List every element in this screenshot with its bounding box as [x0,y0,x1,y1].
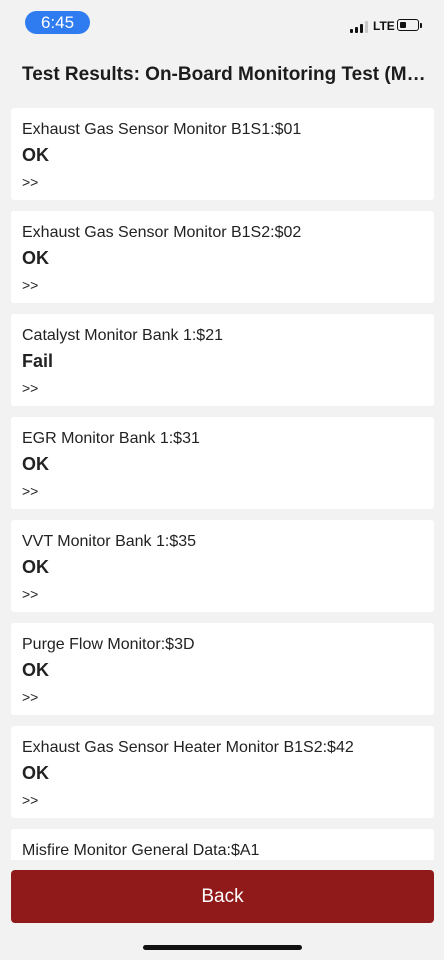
battery-level [399,21,406,28]
monitor-name: Catalyst Monitor Bank 1:$21 [22,327,223,344]
monitor-status: OK [22,248,49,268]
monitor-status: OK [22,763,49,783]
monitor-status: OK [22,557,49,577]
result-card[interactable]: Misfire Monitor General Data:$A1 [11,829,434,860]
monitor-name: VVT Monitor Bank 1:$35 [22,533,197,550]
details-link[interactable]: >> [22,483,38,499]
monitor-name: Exhaust Gas Sensor Monitor B1S2:$02 [22,224,302,241]
monitor-name: Misfire Monitor General Data:$A1 [22,842,260,859]
monitor-name: Exhaust Gas Sensor Heater Monitor B1S2:$… [22,739,354,756]
details-link[interactable]: >> [22,689,38,705]
status-time: 6:45 [25,11,90,34]
page-title: Test Results: On-Board Monitoring Test (… [22,64,427,85]
monitor-name: EGR Monitor Bank 1:$31 [22,430,200,447]
result-card[interactable]: Catalyst Monitor Bank 1:$21 Fail >> [11,314,434,406]
monitor-status: Fail [22,351,54,371]
monitor-status: OK [22,454,49,474]
result-card[interactable]: EGR Monitor Bank 1:$31 OK >> [11,417,434,509]
details-link[interactable]: >> [22,586,38,602]
result-card[interactable]: Purge Flow Monitor:$3D OK >> [11,623,434,715]
status-bar: 6:45 LTE [0,0,444,44]
back-button[interactable]: Back [11,870,434,923]
result-card[interactable]: VVT Monitor Bank 1:$35 OK >> [11,520,434,612]
monitor-status: OK [22,660,49,680]
details-link[interactable]: >> [22,277,38,293]
details-link[interactable]: >> [22,792,38,808]
result-card[interactable]: Exhaust Gas Sensor Monitor B1S1:$01 OK >… [11,108,434,200]
result-card[interactable]: Exhaust Gas Sensor Heater Monitor B1S2:$… [11,726,434,818]
details-link[interactable]: >> [22,380,38,396]
result-card[interactable]: Exhaust Gas Sensor Monitor B1S2:$02 OK >… [11,211,434,303]
battery-icon [397,19,419,31]
results-list[interactable]: Exhaust Gas Sensor Monitor B1S1:$01 OK >… [0,108,444,860]
monitor-name: Purge Flow Monitor:$3D [22,636,195,653]
monitor-name: Exhaust Gas Sensor Monitor B1S1:$01 [22,121,302,138]
details-link[interactable]: >> [22,174,38,190]
home-indicator[interactable] [143,945,302,950]
network-type: LTE [373,19,395,33]
battery-cap [420,22,422,28]
monitor-status: OK [22,145,49,165]
cellular-signal-icon [350,21,370,33]
